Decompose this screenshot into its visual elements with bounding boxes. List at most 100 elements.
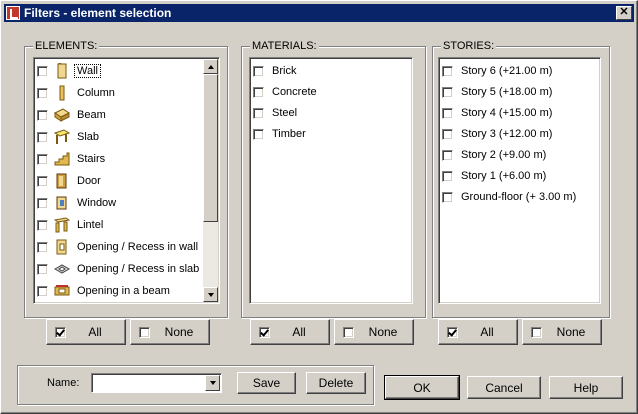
item-checkbox[interactable] — [442, 128, 453, 140]
list-item[interactable]: Slab — [37, 128, 101, 146]
list-item[interactable]: Story 3 (+12.00 m) — [442, 125, 554, 143]
item-checkbox[interactable] — [37, 65, 48, 77]
title-bar[interactable]: Filters - element selection ✕ — [4, 4, 634, 22]
stories-group-label: STORIES: — [441, 40, 497, 52]
item-checkbox[interactable] — [253, 86, 264, 98]
materials-listbox[interactable]: Brick Concrete Steel Timber — [249, 57, 413, 304]
item-checkbox[interactable] — [37, 197, 48, 209]
window-icon — [54, 195, 70, 211]
list-item[interactable]: Timber — [253, 125, 308, 143]
item-label: Ground-floor (+ 3.00 m) — [461, 191, 577, 203]
elements-all-button[interactable]: All — [46, 319, 126, 345]
button-label: All — [480, 325, 494, 339]
stories-none-button[interactable]: None — [522, 319, 602, 345]
close-button[interactable]: ✕ — [616, 6, 632, 20]
elements-scrollbar[interactable] — [203, 59, 218, 302]
list-item[interactable]: Lintel — [37, 216, 105, 234]
item-checkbox[interactable] — [37, 87, 48, 99]
list-item[interactable]: Opening in a beam — [37, 282, 172, 300]
item-label: Brick — [272, 65, 297, 77]
item-label: Door — [77, 175, 101, 187]
name-dropdown-button[interactable] — [205, 375, 220, 391]
ok-label: OK — [413, 380, 431, 395]
filters-dialog: Filters - element selection ✕ ELEMENTS: … — [0, 0, 638, 414]
item-label: Wall — [74, 64, 101, 78]
help-button[interactable]: Help — [549, 376, 623, 399]
item-checkbox[interactable] — [37, 109, 48, 121]
delete-label: Delete — [318, 376, 354, 390]
item-checkbox[interactable] — [37, 241, 48, 253]
ok-button[interactable]: OK — [384, 375, 460, 400]
lintel-icon — [54, 217, 70, 233]
list-item[interactable]: Door — [37, 172, 103, 190]
list-item[interactable]: Story 5 (+18.00 m) — [442, 83, 554, 101]
item-checkbox[interactable] — [253, 107, 264, 119]
button-label: All — [292, 325, 306, 339]
list-item[interactable]: Window — [37, 194, 118, 212]
list-item[interactable]: Steel — [253, 104, 299, 122]
list-item[interactable]: Opening / Recess in wall — [37, 238, 200, 256]
item-label: Lintel — [77, 219, 104, 231]
item-checkbox[interactable] — [37, 175, 48, 187]
delete-button[interactable]: Delete — [306, 372, 366, 394]
item-checkbox[interactable] — [442, 86, 453, 98]
item-label: Concrete — [272, 86, 317, 98]
beam-icon — [54, 107, 70, 123]
item-label: Timber — [272, 128, 306, 140]
item-checkbox[interactable] — [37, 153, 48, 165]
item-checkbox[interactable] — [37, 219, 48, 231]
item-checkbox[interactable] — [253, 128, 264, 140]
list-item[interactable]: Brick — [253, 62, 298, 80]
item-checkbox[interactable] — [442, 107, 453, 119]
stories-listbox[interactable]: Story 6 (+21.00 m) Story 5 (+18.00 m) Stor… — [438, 57, 601, 304]
door-icon — [54, 173, 70, 189]
list-item[interactable]: Story 1 (+6.00 m) — [442, 167, 548, 185]
item-checkbox[interactable] — [442, 65, 453, 77]
item-checkbox[interactable] — [37, 131, 48, 143]
list-item[interactable]: Wall — [37, 62, 101, 80]
item-label: Opening / Recess in slab — [77, 263, 200, 275]
scroll-down-button[interactable] — [203, 287, 218, 302]
window-title: Filters - element selection — [24, 6, 172, 20]
list-item[interactable]: Story 2 (+9.00 m) — [442, 146, 548, 164]
button-label: None — [164, 325, 194, 339]
list-item[interactable]: Story 6 (+21.00 m) — [442, 62, 554, 80]
save-button[interactable]: Save — [237, 372, 296, 394]
list-item[interactable]: Story 4 (+15.00 m) — [442, 104, 554, 122]
item-checkbox[interactable] — [442, 170, 453, 182]
name-combobox[interactable] — [91, 373, 222, 393]
slab-icon — [54, 129, 70, 145]
list-item[interactable]: Beam — [37, 106, 108, 124]
cancel-button[interactable]: Cancel — [467, 376, 541, 399]
list-item[interactable]: Column — [37, 84, 117, 102]
help-label: Help — [573, 380, 599, 395]
list-item[interactable]: Opening / Recess in slab — [37, 260, 201, 278]
list-item[interactable]: Concrete — [253, 83, 319, 101]
scroll-up-button[interactable] — [203, 59, 218, 74]
elements-listbox[interactable]: Wall Column Beam Slab Stairs Door Window Lintel… — [33, 57, 220, 304]
cancel-label: Cancel — [485, 380, 523, 395]
list-item[interactable]: Ground-floor (+ 3.00 m) — [442, 188, 578, 206]
item-label: Opening / Recess in wall — [77, 241, 199, 253]
elements-none-button[interactable]: None — [130, 319, 210, 345]
wall-opening-icon — [54, 239, 70, 255]
list-item[interactable]: Stairs — [37, 150, 107, 168]
item-checkbox[interactable] — [442, 191, 453, 203]
item-checkbox[interactable] — [37, 285, 48, 297]
button-label: None — [368, 325, 398, 339]
button-label: None — [556, 325, 586, 339]
item-checkbox[interactable] — [253, 65, 264, 77]
item-label: Story 4 (+15.00 m) — [461, 107, 553, 119]
item-checkbox[interactable] — [37, 263, 48, 275]
item-label: Story 6 (+21.00 m) — [461, 65, 553, 77]
beam-opening-icon — [54, 283, 70, 299]
materials-none-button[interactable]: None — [334, 319, 414, 345]
save-label: Save — [252, 376, 281, 390]
item-label: Steel — [272, 107, 298, 119]
name-label: Name: — [47, 377, 80, 389]
materials-all-button[interactable]: All — [250, 319, 330, 345]
item-label: Story 2 (+9.00 m) — [461, 149, 547, 161]
item-checkbox[interactable] — [442, 149, 453, 161]
scroll-thumb[interactable] — [203, 74, 218, 222]
stories-all-button[interactable]: All — [438, 319, 518, 345]
